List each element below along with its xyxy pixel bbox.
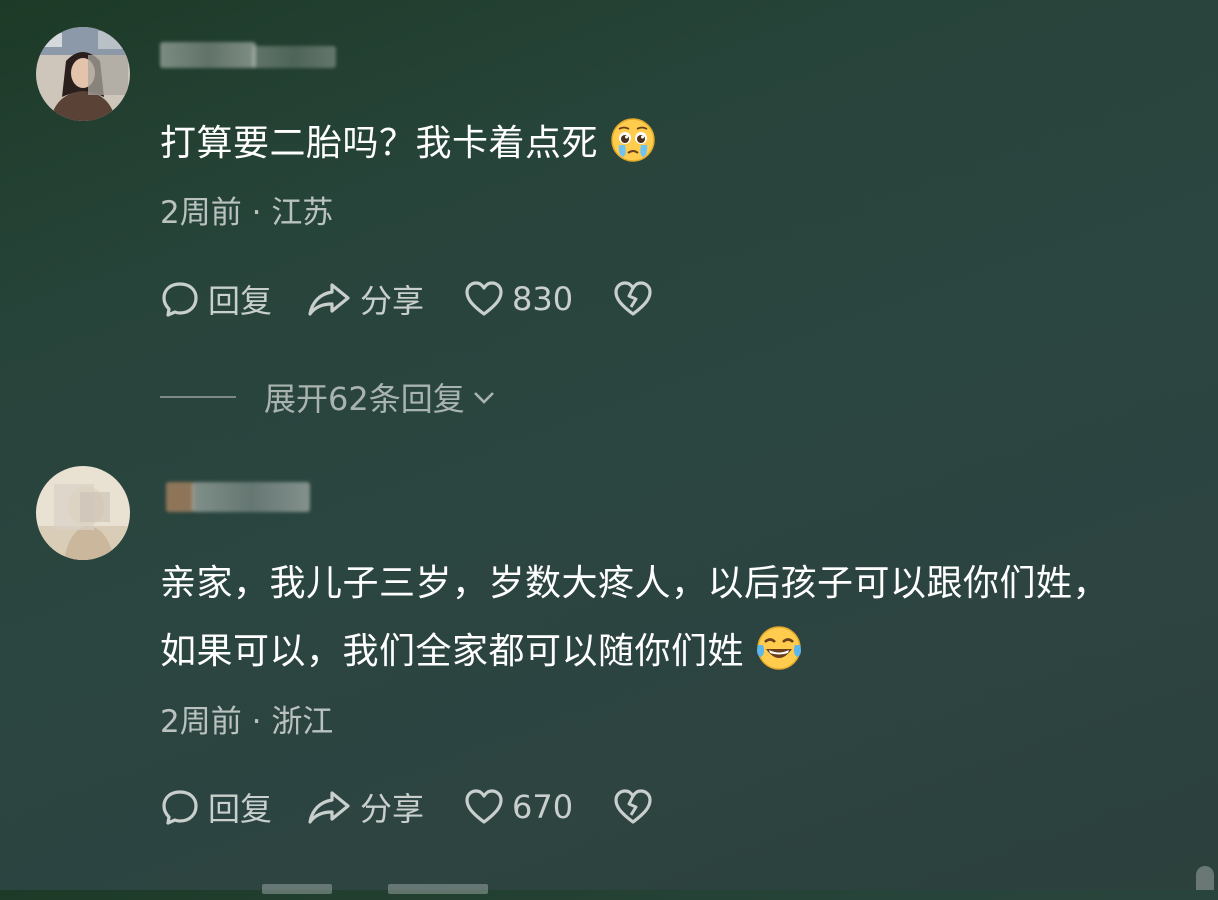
broken-heart-icon [613,787,653,827]
comment-text-line-wrap: 如果可以，我们全家都可以随你们姓 [160,618,1109,686]
comment-bubble-icon [160,787,200,827]
dislike-button[interactable] [613,787,653,827]
share-arrow-icon [306,279,352,319]
share-label: 分享 [360,282,425,320]
reply-label: 回复 [208,282,273,320]
reply-label: 回复 [208,790,273,828]
chevron-down-icon [465,384,497,410]
expand-replies-button[interactable]: 展开62条回复 [160,375,497,419]
comment-text-line: 打算要二胎吗？我卡着点死 [160,123,599,164]
comment-meta: 2周前 · 江苏 [160,187,333,232]
meta-separator: · [251,195,262,231]
like-button[interactable]: 670 [464,787,573,827]
reply-button[interactable]: 回复 [160,784,272,830]
share-button[interactable]: 分享 [306,276,424,322]
dislike-button[interactable] [613,279,653,319]
meta-separator: · [251,704,262,740]
avatar-photo [36,27,130,121]
like-count: 670 [512,788,574,826]
comment-text: 亲家，我儿子三岁，岁数大疼人，以后孩子可以跟你们姓， 如果可以，我们全家都可以随… [160,550,1109,686]
comment-meta: 2周前 · 浙江 [160,696,333,741]
comment-time: 2周前 [160,195,242,231]
comment-actions: 回复 分享 830 [160,277,653,321]
comment-time: 2周前 [160,704,242,740]
heart-icon [464,787,504,827]
avatar[interactable] [36,466,130,560]
avatar[interactable] [36,27,130,121]
share-arrow-icon [306,787,352,827]
comment-location: 江苏 [271,195,334,231]
broken-heart-icon [613,279,653,319]
comment-text-line: 亲家，我儿子三岁，岁数大疼人，以后孩子可以跟你们姓， [160,563,1110,604]
share-button[interactable]: 分享 [306,784,424,830]
expand-replies-label: 展开62条回复 [264,380,465,418]
comment-text-line: 如果可以，我们全家都可以随你们姓 [160,631,745,672]
like-count: 830 [512,280,574,318]
comment-location: 浙江 [271,704,334,740]
heart-icon [464,279,504,319]
like-button[interactable]: 830 [464,279,573,319]
expand-divider [160,396,236,398]
comment-actions: 回复 分享 670 [160,785,653,829]
reply-button[interactable]: 回复 [160,276,272,322]
avatar-photo [36,466,130,560]
crying-face-emoji-icon [610,117,656,163]
comment-text: 打算要二胎吗？我卡着点死 [160,110,656,178]
scrollbar-thumb[interactable] [1196,866,1214,890]
comment-bubble-icon [160,279,200,319]
share-label: 分享 [360,790,425,828]
next-row-cutoff [262,880,502,900]
tears-of-joy-emoji-icon [756,625,802,671]
